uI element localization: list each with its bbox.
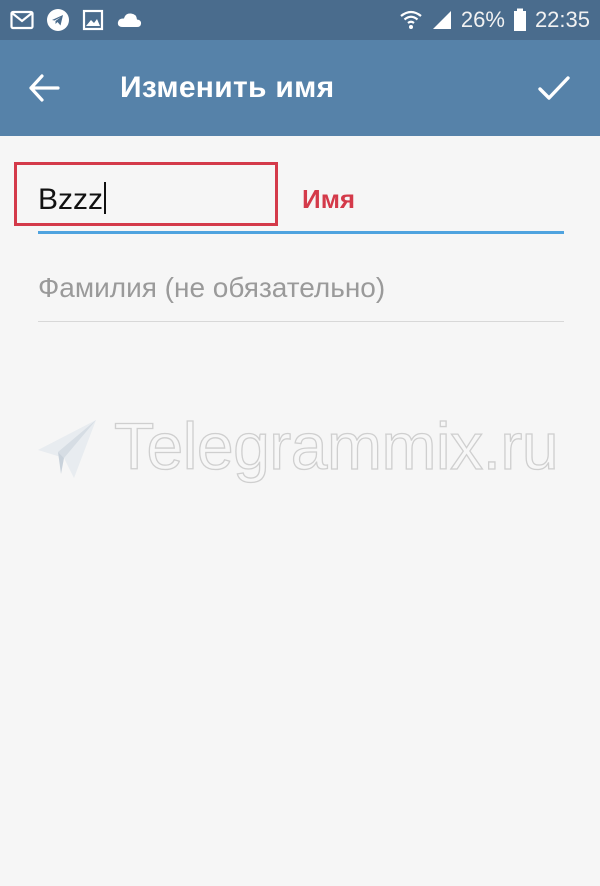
save-button[interactable] <box>532 68 576 112</box>
clock: 22:35 <box>534 7 590 32</box>
image-icon <box>82 9 104 31</box>
back-button[interactable] <box>22 68 66 112</box>
watermark-text: Telegrammix.ru <box>113 408 559 483</box>
telegram-icon <box>46 8 70 32</box>
toolbar: Изменить имя <box>0 40 600 136</box>
last-name-input[interactable] <box>38 268 558 308</box>
notification-icons <box>10 8 142 32</box>
arrow-left-icon <box>28 73 60 107</box>
watermark: Telegrammix.ru <box>34 404 594 494</box>
last-name-underline <box>38 321 564 322</box>
battery-percent: 26% <box>460 7 505 32</box>
annotation-label: Имя <box>302 184 356 214</box>
last-name-field[interactable] <box>38 262 564 322</box>
annotation-highlight-box <box>14 162 278 226</box>
paper-plane-logo-icon <box>34 412 106 489</box>
first-name-underline <box>38 231 564 234</box>
checkmark-icon <box>537 74 571 107</box>
screen: 26% 22:35 Изменить имя Bzzz Имя Фамилия … <box>0 0 600 886</box>
battery-icon <box>513 8 527 32</box>
status-bar: 26% 22:35 <box>0 0 600 40</box>
page-title: Изменить имя <box>120 71 335 104</box>
wifi-icon <box>399 9 423 31</box>
mail-icon <box>10 9 34 31</box>
system-status: 26% 22:35 <box>399 4 590 36</box>
signal-icon <box>431 9 453 31</box>
cloud-icon <box>116 10 142 30</box>
